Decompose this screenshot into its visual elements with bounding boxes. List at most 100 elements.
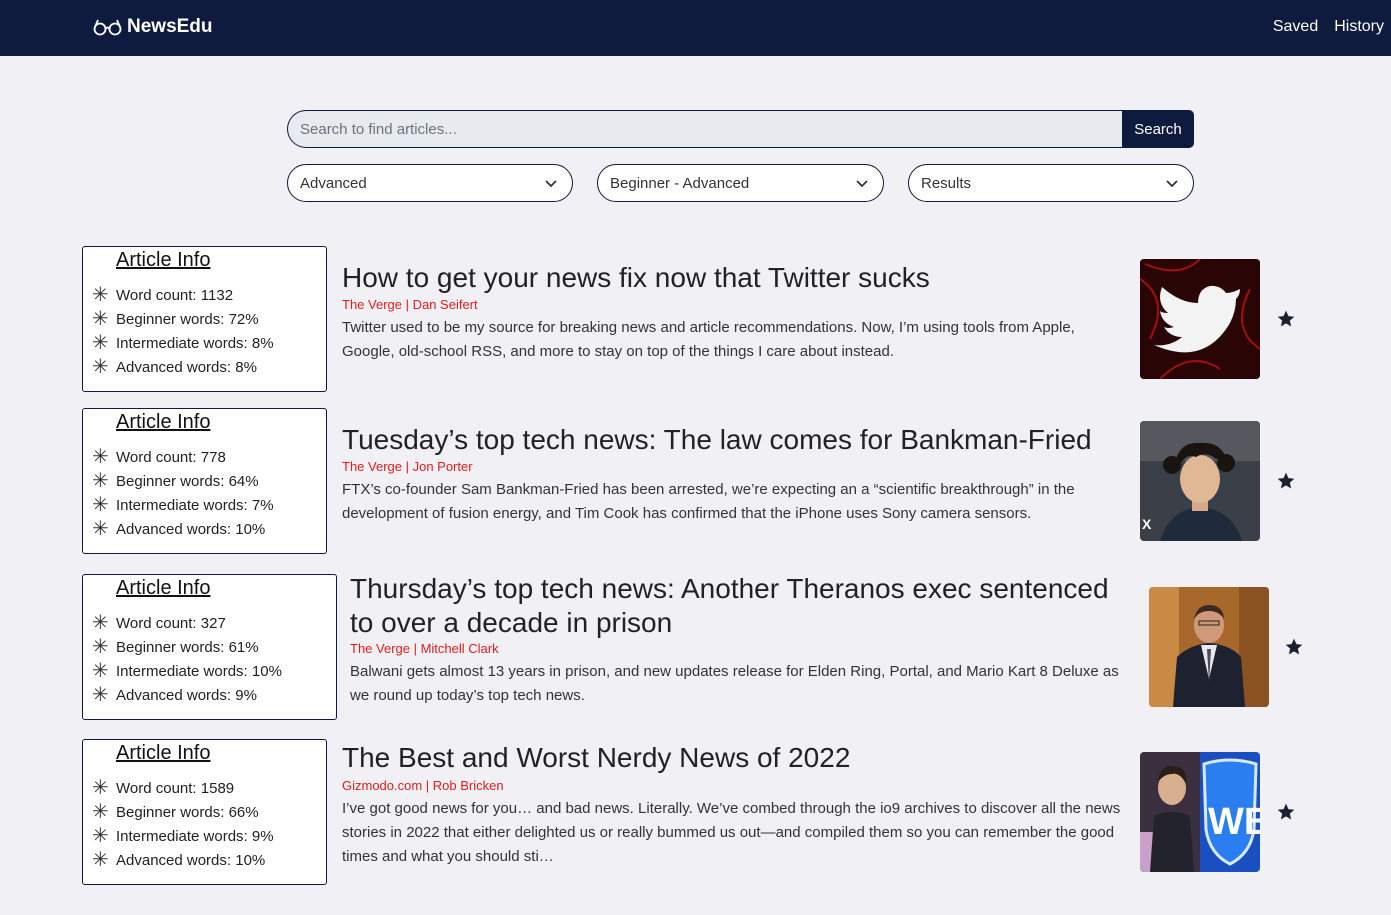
stat-label: Word count:: [116, 448, 197, 466]
nav-link-history[interactable]: History: [1334, 18, 1384, 36]
asterisk-icon: ✳: [92, 308, 109, 330]
stat-intermediate: ✳ Intermediate words: 7%: [92, 493, 274, 517]
search-bar: Search: [287, 110, 1194, 148]
article-title-link[interactable]: The Best and Worst Nerdy News of 2022: [342, 741, 1122, 775]
stat-intermediate: ✳ Intermediate words: 8%: [92, 331, 274, 355]
article-info-box: Article Info ✳ Word count: 1132 ✳ Beginner…: [82, 246, 327, 392]
asterisk-icon: ✳: [92, 636, 109, 658]
asterisk-icon: ✳: [92, 777, 109, 799]
article-info-title: Article Info: [116, 742, 211, 764]
stat-word-count: ✳ Word count: 1132: [92, 283, 274, 307]
stat-value: 66%: [228, 803, 259, 821]
stat-advanced: ✳ Advanced words: 9%: [92, 683, 282, 707]
stat-label: Advanced words:: [116, 851, 232, 869]
nav-links: Saved History: [1273, 18, 1384, 36]
chevron-down-icon: [545, 180, 557, 188]
stat-value: 1589: [200, 779, 235, 797]
stat-beginner: ✳ Beginner words: 72%: [92, 307, 274, 331]
article-stats: ✳ Word count: 1132 ✳ Beginner words: 72% ✳…: [92, 283, 274, 379]
asterisk-icon: ✳: [92, 284, 109, 306]
article-thumbnail[interactable]: [1140, 259, 1260, 379]
stat-label: Advanced words:: [116, 686, 232, 704]
article-description: Balwani gets almost 13 years in prison, …: [350, 663, 1119, 704]
range-select-value: Beginner - Advanced: [610, 174, 750, 192]
stat-label: Intermediate words:: [116, 334, 248, 352]
stat-value: 72%: [228, 310, 259, 328]
stat-intermediate: ✳ Intermediate words: 9%: [92, 824, 274, 848]
asterisk-icon: ✳: [92, 849, 109, 871]
search-input[interactable]: [287, 110, 1122, 148]
article-source: Gizmodo.com | Rob Bricken: [342, 778, 504, 793]
stat-label: Beginner words:: [116, 638, 225, 656]
stat-value: 9%: [235, 686, 257, 704]
stat-value: 10%: [235, 520, 266, 538]
stat-label: Intermediate words:: [116, 496, 248, 514]
stat-value: 778: [200, 448, 226, 466]
stat-label: Beginner words:: [116, 310, 225, 328]
article-description: FTX’s co-founder Sam Bankman-Fried has b…: [342, 481, 1075, 522]
asterisk-icon: ✳: [92, 356, 109, 378]
asterisk-icon: ✳: [92, 660, 109, 682]
article-title-link[interactable]: Tuesday’s top tech news: The law comes f…: [342, 423, 1122, 457]
stat-label: Intermediate words:: [116, 662, 248, 680]
article-title-link[interactable]: How to get your news fix now that Twitte…: [342, 261, 1122, 295]
article-thumbnail[interactable]: X: [1140, 421, 1260, 541]
wb-logo-collage-image: WB: [1140, 752, 1260, 872]
star-icon[interactable]: [1276, 309, 1296, 329]
article-thumbnail[interactable]: WB: [1140, 752, 1260, 872]
article-info-box: Article Info ✳ Word count: 1589 ✳ Beginner…: [82, 739, 327, 885]
chevron-down-icon: [856, 180, 868, 188]
article-thumbnail[interactable]: [1149, 587, 1269, 707]
navbar: NewsEdu Saved History: [0, 0, 1391, 56]
stat-value: 8%: [235, 358, 257, 376]
stat-label: Intermediate words:: [116, 827, 248, 845]
asterisk-icon: ✳: [92, 518, 109, 540]
asterisk-icon: ✳: [92, 446, 109, 468]
stat-intermediate: ✳ Intermediate words: 10%: [92, 659, 282, 683]
stat-value: 327: [200, 614, 226, 632]
stat-label: Beginner words:: [116, 472, 225, 490]
sort-select[interactable]: Results: [908, 164, 1194, 202]
stat-beginner: ✳ Beginner words: 64%: [92, 469, 274, 493]
stat-label: Advanced words:: [116, 358, 232, 376]
article-info-title: Article Info: [116, 411, 211, 433]
asterisk-icon: ✳: [92, 825, 109, 847]
star-icon[interactable]: [1276, 802, 1296, 822]
star-icon[interactable]: [1276, 471, 1296, 491]
person-portrait-image: X: [1140, 421, 1260, 541]
article-info-box: Article Info ✳ Word count: 778 ✳ Beginner …: [82, 408, 327, 554]
stat-advanced: ✳ Advanced words: 10%: [92, 517, 274, 541]
asterisk-icon: ✳: [92, 332, 109, 354]
search-button[interactable]: Search: [1122, 110, 1194, 148]
article-stats: ✳ Word count: 778 ✳ Beginner words: 64% ✳ I…: [92, 445, 274, 541]
person-in-suit-image: [1149, 587, 1269, 707]
stat-value: 1132: [200, 286, 234, 304]
stat-value: 7%: [251, 496, 274, 514]
stat-beginner: ✳ Beginner words: 61%: [92, 635, 282, 659]
stat-label: Advanced words:: [116, 520, 232, 538]
article-info-title: Article Info: [116, 249, 211, 271]
level-select[interactable]: Advanced: [287, 164, 573, 202]
stat-advanced: ✳ Advanced words: 8%: [92, 355, 274, 379]
svg-text:X: X: [1142, 516, 1152, 532]
stat-label: Beginner words:: [116, 803, 225, 821]
article-stats: ✳ Word count: 327 ✳ Beginner words: 61% ✳ I…: [92, 611, 282, 707]
article-source: The Verge | Mitchell Clark: [350, 641, 499, 656]
article-description: I’ve got good news for you… and bad news…: [342, 800, 1121, 865]
stat-label: Word count:: [116, 779, 197, 797]
stat-beginner: ✳ Beginner words: 66%: [92, 800, 274, 824]
article-title-link[interactable]: Thursday’s top tech news: Another Theran…: [350, 572, 1130, 640]
chevron-down-icon: [1166, 180, 1178, 188]
asterisk-icon: ✳: [92, 494, 109, 516]
nav-link-saved[interactable]: Saved: [1273, 18, 1318, 36]
glasses-icon: [93, 19, 122, 36]
article-source: The Verge | Dan Seifert: [342, 297, 478, 312]
article-info-box: Article Info ✳ Word count: 327 ✳ Beginner …: [82, 574, 337, 720]
svg-text:WB: WB: [1208, 801, 1260, 843]
range-select[interactable]: Beginner - Advanced: [597, 164, 884, 202]
star-icon[interactable]: [1284, 637, 1304, 657]
stat-value: 61%: [228, 638, 259, 656]
asterisk-icon: ✳: [92, 470, 109, 492]
stat-advanced: ✳ Advanced words: 10%: [92, 848, 274, 872]
brand[interactable]: NewsEdu: [93, 16, 213, 38]
